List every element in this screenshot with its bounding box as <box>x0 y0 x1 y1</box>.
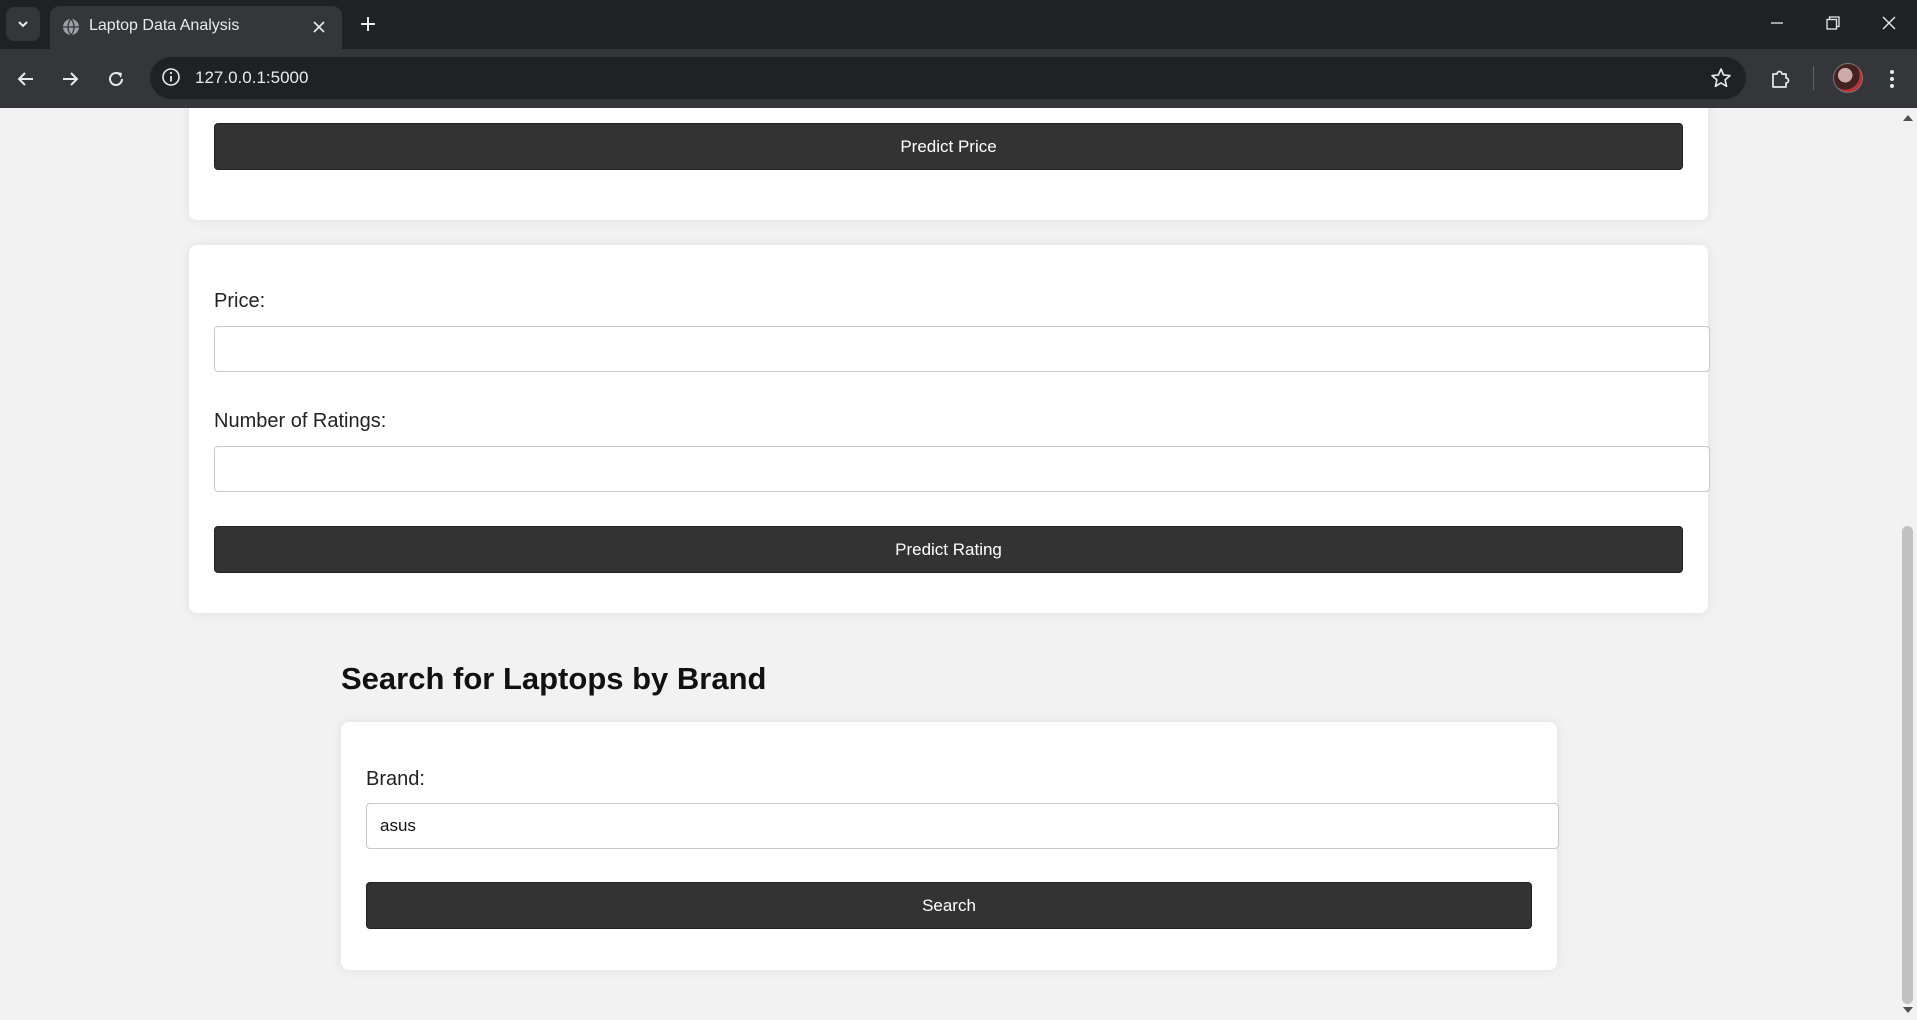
ratings-count-input[interactable] <box>214 446 1710 492</box>
info-icon[interactable] <box>161 67 181 87</box>
close-icon <box>1882 16 1896 30</box>
rating-prediction-card: Price: Number of Ratings: Predict Rating <box>189 245 1710 613</box>
brand-label: Brand: <box>366 768 425 790</box>
tab-search-button[interactable] <box>6 7 40 41</box>
reload-icon <box>109 72 123 86</box>
address-bar[interactable]: 127.0.0.1:5000 <box>150 57 1746 99</box>
page-scrollbar[interactable] <box>1898 108 1917 1020</box>
search-section-title: Search for Laptops by Brand <box>341 661 767 696</box>
close-window-button[interactable] <box>1861 0 1917 46</box>
star-icon[interactable] <box>1710 67 1732 89</box>
tab-title: Laptop Data Analysis <box>89 17 240 34</box>
back-button[interactable] <box>9 62 43 96</box>
restore-button[interactable] <box>1805 0 1861 46</box>
ratings-count-label: Number of Ratings: <box>214 410 387 432</box>
browser-tab[interactable]: Laptop Data Analysis <box>50 6 342 49</box>
more-vert-icon <box>1890 70 1894 88</box>
minimize-button[interactable] <box>1749 0 1805 46</box>
extensions-button[interactable] <box>1763 62 1797 96</box>
predict-price-button[interactable]: Predict Price <box>214 123 1683 170</box>
menu-button[interactable] <box>1875 62 1909 96</box>
brand-input[interactable] <box>366 803 1559 849</box>
globe-icon <box>63 18 79 36</box>
search-button[interactable]: Search <box>366 882 1532 929</box>
price-input[interactable] <box>214 326 1710 372</box>
new-tab-button[interactable] <box>353 9 383 39</box>
brand-search-card: Brand: Search <box>341 722 1559 970</box>
scroll-up-arrow-icon[interactable] <box>1903 115 1913 121</box>
scrollbar-thumb[interactable] <box>1902 526 1913 1004</box>
reload-button[interactable] <box>99 62 133 96</box>
minimize-icon <box>1771 22 1783 24</box>
arrow-left-icon <box>17 72 33 86</box>
page-viewport: Predict Price Price: Number of Ratings: … <box>0 108 1898 1020</box>
toolbar-divider <box>1813 66 1814 90</box>
price-label: Price: <box>214 290 266 312</box>
profile-avatar[interactable] <box>1833 63 1863 93</box>
browser-tab-bar: Laptop Data Analysis <box>0 0 1917 49</box>
chevron-down-icon <box>18 21 28 28</box>
restore-icon <box>1826 16 1840 30</box>
predict-rating-button[interactable]: Predict Rating <box>214 526 1683 573</box>
close-icon <box>313 21 325 33</box>
plus-icon <box>361 17 375 31</box>
forward-button[interactable] <box>53 62 87 96</box>
puzzle-icon <box>1772 70 1790 88</box>
url-text: 127.0.0.1:5000 <box>195 68 309 87</box>
price-prediction-card: Predict Price <box>189 108 1708 220</box>
scroll-down-arrow-icon[interactable] <box>1903 1007 1913 1013</box>
tab-close-button[interactable] <box>308 16 330 38</box>
browser-toolbar: 127.0.0.1:5000 <box>0 49 1917 108</box>
arrow-right-icon <box>63 72 79 86</box>
